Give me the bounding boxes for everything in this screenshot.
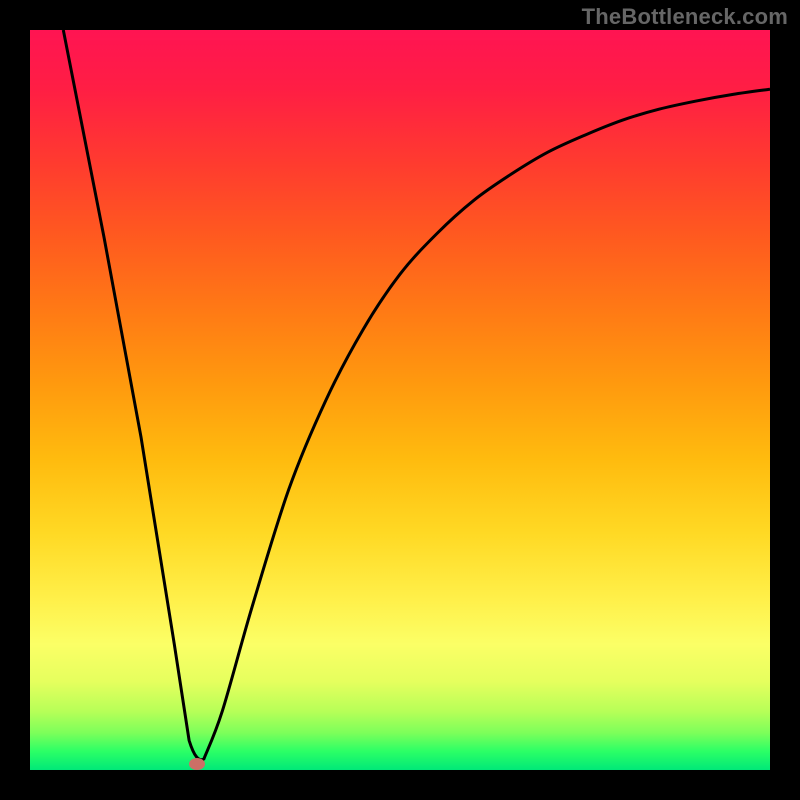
plot-area — [30, 30, 770, 770]
watermark-text: TheBottleneck.com — [582, 4, 788, 30]
curve-path — [63, 30, 770, 760]
chart-frame: TheBottleneck.com — [0, 0, 800, 800]
optimal-marker — [189, 758, 205, 770]
bottleneck-curve — [30, 30, 770, 770]
